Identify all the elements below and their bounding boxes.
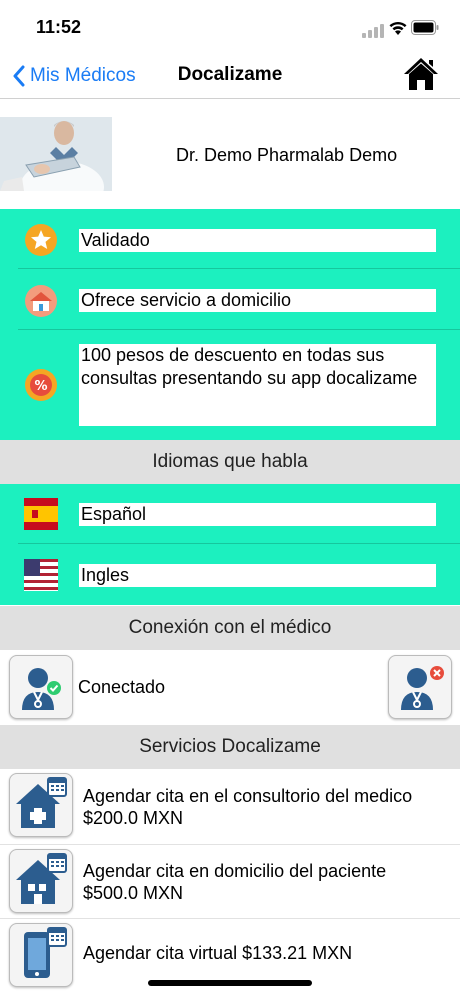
disconnect-doctor-button[interactable]	[388, 655, 452, 719]
language-spanish: Español	[79, 503, 436, 526]
discount-icon: %	[25, 369, 57, 401]
wifi-icon	[389, 21, 407, 35]
home-appointment-icon	[16, 853, 67, 904]
service-label: Agendar cita en domicilio del paciente $…	[83, 861, 387, 903]
doctor-disconnect-icon	[401, 666, 444, 710]
feature-row: Validado	[0, 209, 460, 269]
connection-row: Conectado	[0, 651, 460, 723]
connection-status: Conectado	[78, 677, 166, 697]
connected-doctor-button[interactable]	[9, 655, 73, 719]
language-row: Ingles	[0, 544, 460, 605]
chevron-left-icon	[13, 65, 25, 87]
services-section-title: Servicios Docalizame	[0, 725, 460, 769]
doctor-name: Dr. Demo Pharmalab Demo	[176, 145, 398, 165]
virtual-appointment-icon	[24, 927, 67, 978]
battery-icon	[411, 20, 439, 35]
languages-section-title: Idiomas que habla	[0, 440, 460, 484]
star-icon	[25, 224, 57, 256]
languages-panel: Español Ingles	[0, 484, 460, 605]
back-label: Mis Médicos	[30, 65, 136, 86]
status-time: 11:52	[36, 17, 82, 37]
feature-validado: Validado	[79, 229, 436, 252]
connection-section-title: Conexión con el médico	[0, 606, 460, 650]
service-row[interactable]: Agendar cita en el consultorio del medic…	[0, 769, 460, 845]
language-english: Ingles	[79, 564, 436, 587]
feature-discount: 100 pesos de descuento en todas sus cons…	[79, 344, 436, 426]
home-icon[interactable]	[402, 56, 440, 92]
house-icon	[25, 285, 57, 317]
back-button[interactable]: Mis Médicos	[12, 62, 136, 90]
navigation-bar: Mis Médicos Docalizame	[0, 54, 460, 99]
home-appointment-button[interactable]	[9, 849, 73, 913]
clinic-appointment-button[interactable]	[9, 773, 73, 837]
language-row: Español	[0, 484, 460, 544]
cellular-signal-icon	[362, 24, 384, 38]
feature-row: % 100 pesos de descuento en todas sus co…	[0, 330, 460, 440]
service-row[interactable]: Agendar cita virtual $133.21 MXN	[0, 919, 460, 987]
service-label: Agendar cita en el consultorio del medic…	[83, 786, 413, 828]
home-indicator	[148, 980, 312, 986]
svg-text:%: %	[34, 379, 47, 394]
usa-flag-icon	[24, 559, 58, 591]
features-panel: Validado Ofrece servicio a domicilio % 1…	[0, 209, 460, 440]
virtual-appointment-button[interactable]	[9, 923, 73, 987]
feature-row: Ofrece servicio a domicilio	[0, 269, 460, 330]
doctor-connected-icon	[22, 668, 61, 710]
spain-flag-icon	[24, 498, 58, 530]
service-label: Agendar cita virtual $133.21 MXN	[83, 943, 353, 963]
feature-home-service: Ofrece servicio a domicilio	[79, 289, 436, 312]
service-row[interactable]: Agendar cita en domicilio del paciente $…	[0, 845, 460, 919]
status-bar: 11:52	[0, 0, 460, 54]
clinic-appointment-icon	[16, 777, 67, 828]
doctor-photo	[0, 117, 112, 191]
doctor-header: Dr. Demo Pharmalab Demo	[0, 99, 460, 209]
